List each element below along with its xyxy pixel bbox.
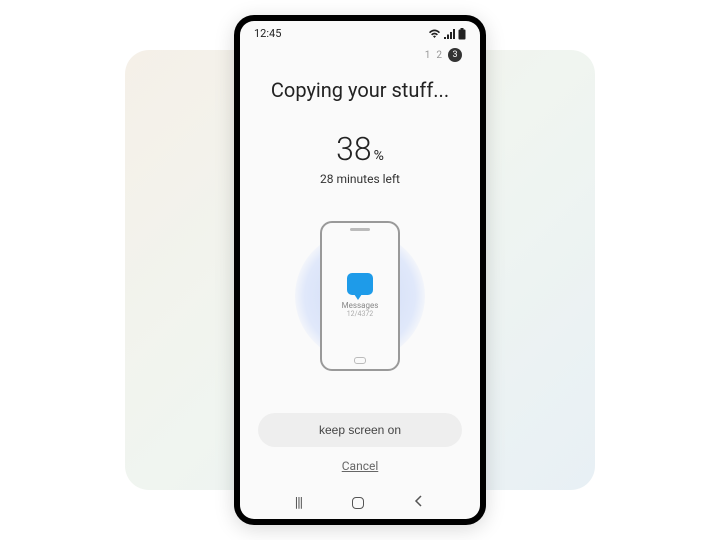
keep-screen-on-button[interactable]: keep screen on	[258, 413, 462, 447]
cancel-link[interactable]: Cancel	[342, 459, 379, 473]
progress-display: 38% 28 minutes left	[240, 130, 480, 186]
messages-icon	[347, 273, 373, 295]
mini-phone-graphic: Messages 12/4372	[320, 221, 400, 371]
action-area: keep screen on Cancel	[240, 405, 480, 485]
android-nav-bar: |||	[240, 485, 480, 519]
transfer-illustration: Messages 12/4372	[240, 202, 480, 389]
nav-recent-button[interactable]: |||	[295, 495, 302, 511]
progress-eta: 28 minutes left	[240, 172, 480, 186]
step-2: 2	[436, 50, 442, 61]
signal-icon	[444, 29, 455, 39]
nav-home-button[interactable]	[352, 497, 364, 509]
current-item-label: Messages	[342, 301, 379, 310]
phone-screen: 12:45 1 2 3 Copying your stuff... 38%	[240, 21, 480, 519]
status-bar: 12:45	[240, 21, 480, 42]
percent-symbol: %	[374, 148, 384, 164]
current-item-count: 12/4372	[347, 310, 374, 318]
page-title: Copying your stuff...	[240, 78, 480, 102]
phone-frame: 12:45 1 2 3 Copying your stuff... 38%	[234, 15, 486, 525]
step-indicator: 1 2 3	[240, 42, 480, 68]
step-1: 1	[425, 50, 431, 61]
wifi-icon	[428, 29, 441, 39]
step-3-active: 3	[448, 48, 462, 62]
status-time: 12:45	[254, 27, 281, 40]
nav-back-button[interactable]	[413, 495, 425, 511]
progress-percent: 38	[336, 130, 372, 168]
battery-icon	[458, 28, 466, 40]
status-icons	[428, 28, 466, 40]
